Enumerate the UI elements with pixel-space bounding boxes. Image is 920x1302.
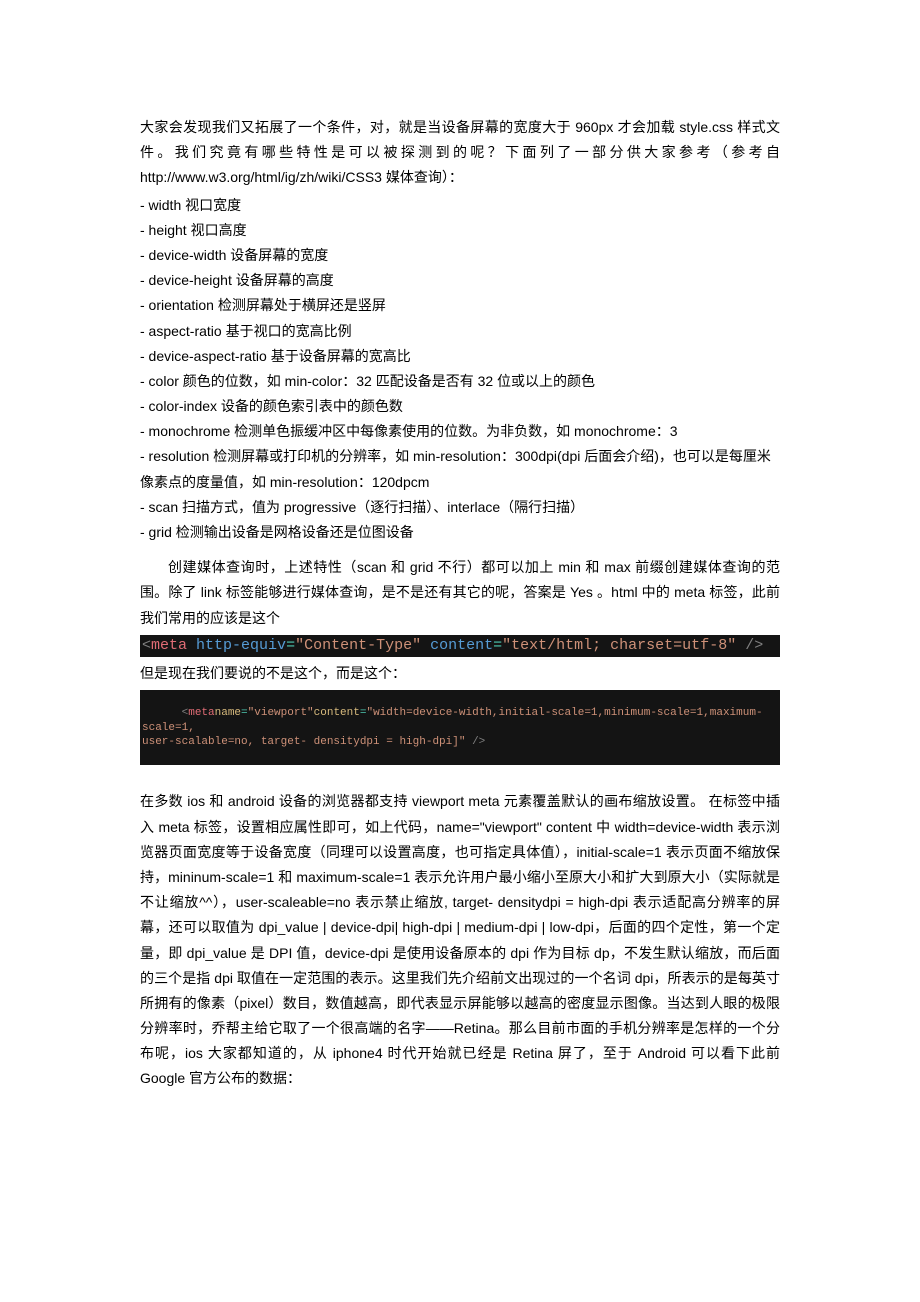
list-item: - width 视口宽度 <box>140 193 780 218</box>
code-token: http-equiv <box>196 635 286 657</box>
code-token: = <box>286 635 295 657</box>
code-token: = <box>241 707 248 719</box>
paragraph-but-now: 但是现在我们要说的不是这个，而是这个： <box>140 661 780 686</box>
list-item: - scan 扫描方式，值为 progressive（逐行扫描）、interla… <box>140 495 780 520</box>
code-token <box>736 635 745 657</box>
code-token: content <box>430 635 493 657</box>
code-token: meta <box>151 635 187 657</box>
code-token: < <box>142 635 151 657</box>
list-item: - device-aspect-ratio 基于设备屏幕的宽高比 <box>140 344 780 369</box>
code-token: meta <box>188 707 214 719</box>
paragraph-media-query-range: 创建媒体查询时，上述特性（scan 和 grid 不行）都可以加上 min 和 … <box>140 555 780 631</box>
code-token: = <box>493 635 502 657</box>
list-item: - height 视口高度 <box>140 218 780 243</box>
list-item: - color-index 设备的颜色索引表中的颜色数 <box>140 394 780 419</box>
list-item: - aspect-ratio 基于视口的宽高比例 <box>140 319 780 344</box>
list-item: - device-height 设备屏幕的高度 <box>140 268 780 293</box>
list-item: - resolution 检测屏幕或打印机的分辨率，如 min-resoluti… <box>140 444 780 494</box>
code-token <box>421 635 430 657</box>
code-token: name <box>215 707 241 719</box>
paragraph-viewport-explain: 在多数 ios 和 android 设备的浏览器都支持 viewport met… <box>140 789 780 1091</box>
list-item: - monochrome 检测单色振缓冲区中每像素使用的位数。为非负数，如 mo… <box>140 419 780 444</box>
code-token: "Content-Type" <box>295 635 421 657</box>
list-item: - grid 检测输出设备是网格设备还是位图设备 <box>140 520 780 545</box>
document-page: 大家会发现我们又拓展了一个条件，对，就是当设备屏幕的宽度大于 960px 才会加… <box>0 0 920 1302</box>
code-block-meta-viewport: <metaname="viewport"content="width=devic… <box>140 690 780 765</box>
list-item: - color 颜色的位数，如 min-color：32 匹配设备是否有 32 … <box>140 369 780 394</box>
code-token <box>187 635 196 657</box>
code-token: /> <box>745 635 763 657</box>
list-item: - orientation 检测屏幕处于横屏还是竖屏 <box>140 293 780 318</box>
code-token: "viewport" <box>248 707 314 719</box>
code-block-meta-charset: <meta http-equiv="Content-Type" content=… <box>140 635 780 657</box>
code-token: "text/html; charset=utf-8" <box>502 635 736 657</box>
code-token: content <box>314 707 360 719</box>
intro-paragraph: 大家会发现我们又拓展了一个条件，对，就是当设备屏幕的宽度大于 960px 才会加… <box>140 115 780 191</box>
code-token: user-scalable=no, target- densitydpi = h… <box>142 736 465 748</box>
list-item: - device-width 设备屏幕的宽度 <box>140 243 780 268</box>
feature-list: - width 视口宽度 - height 视口高度 - device-widt… <box>140 193 780 546</box>
code-token: /> <box>472 736 485 748</box>
